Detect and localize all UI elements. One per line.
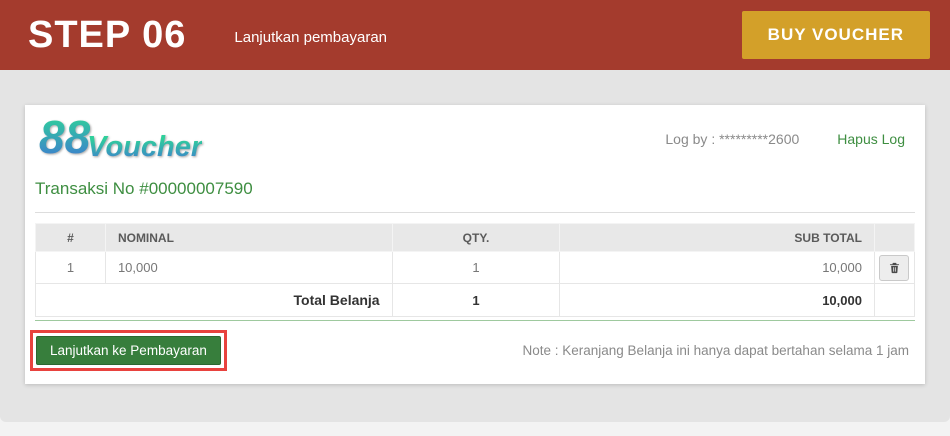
cart-total-row: Total Belanja 1 10,000 — [36, 284, 915, 317]
card-footer: Lanjutkan ke Pembayaran Note : Keranjang… — [35, 320, 915, 384]
cart-expiry-note: Note : Keranjang Belanja ini hanya dapat… — [522, 343, 915, 358]
cart-item-row: 1 10,000 1 10,000 — [36, 252, 915, 284]
col-header-qty: QTY. — [392, 224, 560, 252]
tutorial-highlight-box: Lanjutkan ke Pembayaran — [30, 330, 227, 371]
continue-payment-button[interactable]: Lanjutkan ke Pembayaran — [36, 336, 221, 365]
step-subtitle: Lanjutkan pembayaran — [234, 29, 387, 46]
col-header-nominal: NOMINAL — [105, 224, 392, 252]
item-nominal: 10,000 — [105, 252, 392, 284]
cart-card: 88 Voucher Log by : *********2600 Hapus … — [25, 105, 925, 384]
trash-icon — [888, 261, 901, 275]
logo-88-text: 88 — [39, 116, 90, 160]
col-header-actions — [874, 224, 914, 252]
total-qty: 1 — [392, 284, 560, 317]
card-header-row: 88 Voucher Log by : *********2600 Hapus … — [35, 105, 915, 167]
item-subtotal: 10,000 — [560, 252, 875, 284]
item-qty: 1 — [392, 252, 560, 284]
col-header-subtotal: SUB TOTAL — [560, 224, 875, 252]
logo-voucher-text: Voucher — [87, 133, 202, 162]
total-label: Total Belanja — [36, 284, 393, 317]
logged-in-user: Log by : *********2600 — [665, 131, 799, 147]
transaction-number-title: Transaksi No #00000007590 — [35, 167, 915, 213]
col-header-number: # — [36, 224, 106, 252]
step-banner: STEP 06 Lanjutkan pembayaran BUY VOUCHER — [0, 0, 950, 70]
total-actions-cell — [874, 284, 914, 317]
site-logo[interactable]: 88 Voucher — [39, 116, 202, 162]
hapus-log-link[interactable]: Hapus Log — [837, 131, 905, 147]
item-number: 1 — [36, 252, 106, 284]
step-title: STEP 06 — [28, 16, 186, 54]
item-actions-cell — [874, 252, 914, 284]
cart-table-header-row: # NOMINAL QTY. SUB TOTAL — [36, 224, 915, 252]
cart-table: # NOMINAL QTY. SUB TOTAL 1 10,000 1 10,0… — [35, 223, 915, 317]
delete-item-button[interactable] — [879, 255, 909, 281]
buy-voucher-button[interactable]: BUY VOUCHER — [742, 11, 930, 59]
total-amount: 10,000 — [560, 284, 875, 317]
